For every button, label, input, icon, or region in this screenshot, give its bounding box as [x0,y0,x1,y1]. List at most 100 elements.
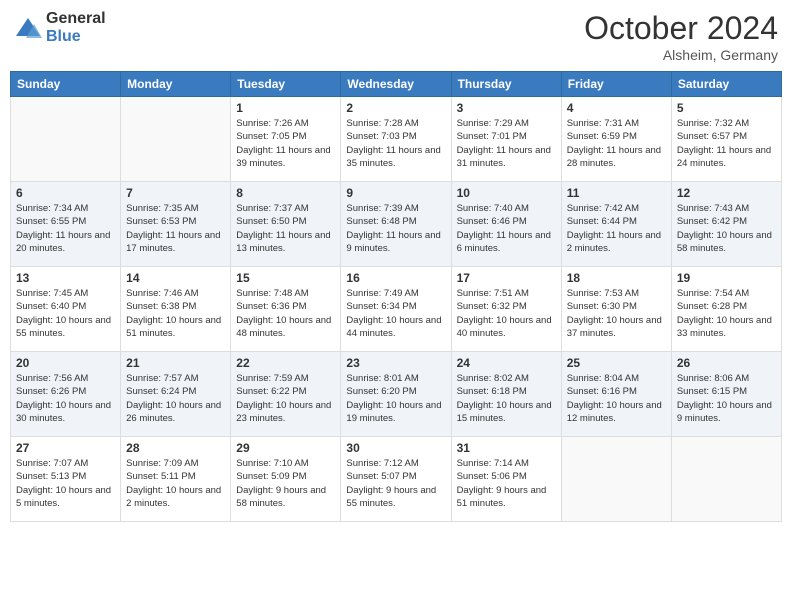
day-info: Sunrise: 7:53 AM Sunset: 6:30 PM Dayligh… [567,287,666,340]
month-title: October 2024 [584,10,778,47]
day-info: Sunrise: 7:12 AM Sunset: 5:07 PM Dayligh… [346,457,445,510]
calendar-day-cell: 3 Sunrise: 7:29 AM Sunset: 7:01 PM Daylig… [451,97,561,182]
day-number: 2 [346,101,445,115]
calendar-day-cell: 16 Sunrise: 7:49 AM Sunset: 6:34 PM Dayli… [341,267,451,352]
weekday-header: Sunday [11,72,121,97]
day-info: Sunrise: 7:10 AM Sunset: 5:09 PM Dayligh… [236,457,335,510]
day-number: 31 [457,441,556,455]
calendar-week-row: 1Sunrise: 7:26 AM Sunset: 7:05 PM Daylig… [11,97,782,182]
day-info: Sunrise: 7:59 AM Sunset: 6:22 PM Dayligh… [236,372,335,425]
day-info: Sunrise: 8:02 AM Sunset: 6:18 PM Dayligh… [457,372,556,425]
calendar-day-cell: 20Sunrise: 7:56 AM Sunset: 6:26 PM Dayli… [11,352,121,437]
day-number: 11 [567,186,666,200]
calendar-day-cell: 1Sunrise: 7:26 AM Sunset: 7:05 PM Daylig… [231,97,341,182]
weekday-header: Friday [561,72,671,97]
day-info: Sunrise: 8:04 AM Sunset: 6:16 PM Dayligh… [567,372,666,425]
day-number: 3 [457,101,556,115]
calendar-day-cell: 17 Sunrise: 7:51 AM Sunset: 6:32 PM Dayli… [451,267,561,352]
day-info: Sunrise: 7:32 AM Sunset: 6:57 PM Dayligh… [677,117,776,170]
calendar-day-cell: 28Sunrise: 7:09 AM Sunset: 5:11 PM Dayli… [121,437,231,522]
day-info: Sunrise: 7:37 AM Sunset: 6:50 PM Dayligh… [236,202,335,255]
calendar-week-row: 20Sunrise: 7:56 AM Sunset: 6:26 PM Dayli… [11,352,782,437]
calendar-day-cell [121,97,231,182]
day-info: Sunrise: 7:31 AM Sunset: 6:59 PM Dayligh… [567,117,666,170]
day-number: 9 [346,186,445,200]
day-info: Sunrise: 7:42 AM Sunset: 6:44 PM Dayligh… [567,202,666,255]
calendar-day-cell: 24 Sunrise: 8:02 AM Sunset: 6:18 PM Dayli… [451,352,561,437]
day-number: 12 [677,186,776,200]
day-number: 22 [236,356,335,370]
calendar-day-cell: 14 Sunrise: 7:46 AM Sunset: 6:38 PM Dayli… [121,267,231,352]
calendar-day-cell: 12Sunrise: 7:43 AM Sunset: 6:42 PM Dayli… [671,182,781,267]
day-number: 10 [457,186,556,200]
calendar-day-cell: 26Sunrise: 8:06 AM Sunset: 6:15 PM Dayli… [671,352,781,437]
weekday-header: Wednesday [341,72,451,97]
calendar-day-cell: 5 Sunrise: 7:32 AM Sunset: 6:57 PM Daylig… [671,97,781,182]
day-number: 30 [346,441,445,455]
day-info: Sunrise: 7:14 AM Sunset: 5:06 PM Dayligh… [457,457,556,510]
day-info: Sunrise: 7:51 AM Sunset: 6:32 PM Dayligh… [457,287,556,340]
day-info: Sunrise: 7:39 AM Sunset: 6:48 PM Dayligh… [346,202,445,255]
day-number: 17 [457,271,556,285]
day-info: Sunrise: 8:01 AM Sunset: 6:20 PM Dayligh… [346,372,445,425]
day-number: 24 [457,356,556,370]
calendar-day-cell: 7 Sunrise: 7:35 AM Sunset: 6:53 PM Daylig… [121,182,231,267]
day-info: Sunrise: 7:45 AM Sunset: 6:40 PM Dayligh… [16,287,115,340]
calendar-week-row: 13Sunrise: 7:45 AM Sunset: 6:40 PM Dayli… [11,267,782,352]
weekday-header: Tuesday [231,72,341,97]
day-number: 15 [236,271,335,285]
day-info: Sunrise: 7:46 AM Sunset: 6:38 PM Dayligh… [126,287,225,340]
calendar-day-cell: 9 Sunrise: 7:39 AM Sunset: 6:48 PM Daylig… [341,182,451,267]
day-number: 27 [16,441,115,455]
day-number: 1 [236,101,335,115]
calendar-day-cell: 15 Sunrise: 7:48 AM Sunset: 6:36 PM Dayli… [231,267,341,352]
calendar-day-cell: 23Sunrise: 8:01 AM Sunset: 6:20 PM Dayli… [341,352,451,437]
day-number: 5 [677,101,776,115]
day-info: Sunrise: 7:28 AM Sunset: 7:03 PM Dayligh… [346,117,445,170]
calendar-table: SundayMondayTuesdayWednesdayThursdayFrid… [10,71,782,522]
calendar-day-cell: 4 Sunrise: 7:31 AM Sunset: 6:59 PM Daylig… [561,97,671,182]
day-number: 7 [126,186,225,200]
calendar-day-cell: 8Sunrise: 7:37 AM Sunset: 6:50 PM Daylig… [231,182,341,267]
calendar-week-row: 6 Sunrise: 7:34 AM Sunset: 6:55 PM Daylig… [11,182,782,267]
day-info: Sunrise: 7:34 AM Sunset: 6:55 PM Dayligh… [16,202,115,255]
calendar-day-cell: 13Sunrise: 7:45 AM Sunset: 6:40 PM Dayli… [11,267,121,352]
location: Alsheim, Germany [584,47,778,63]
day-info: Sunrise: 7:35 AM Sunset: 6:53 PM Dayligh… [126,202,225,255]
calendar-day-cell: 21 Sunrise: 7:57 AM Sunset: 6:24 PM Dayli… [121,352,231,437]
calendar-day-cell: 29 Sunrise: 7:10 AM Sunset: 5:09 PM Dayli… [231,437,341,522]
logo-text: General Blue [46,10,106,45]
day-info: Sunrise: 7:54 AM Sunset: 6:28 PM Dayligh… [677,287,776,340]
weekday-header: Monday [121,72,231,97]
weekday-header: Saturday [671,72,781,97]
calendar-day-cell: 22 Sunrise: 7:59 AM Sunset: 6:22 PM Dayli… [231,352,341,437]
day-info: Sunrise: 7:57 AM Sunset: 6:24 PM Dayligh… [126,372,225,425]
day-info: Sunrise: 7:56 AM Sunset: 6:26 PM Dayligh… [16,372,115,425]
day-number: 14 [126,271,225,285]
calendar-day-cell: 27Sunrise: 7:07 AM Sunset: 5:13 PM Dayli… [11,437,121,522]
logo-blue: Blue [46,28,106,46]
calendar-day-cell: 10Sunrise: 7:40 AM Sunset: 6:46 PM Dayli… [451,182,561,267]
day-number: 16 [346,271,445,285]
day-info: Sunrise: 7:48 AM Sunset: 6:36 PM Dayligh… [236,287,335,340]
day-number: 19 [677,271,776,285]
calendar-day-cell [671,437,781,522]
calendar-day-cell: 31 Sunrise: 7:14 AM Sunset: 5:06 PM Dayli… [451,437,561,522]
day-number: 18 [567,271,666,285]
calendar-day-cell: 18 Sunrise: 7:53 AM Sunset: 6:30 PM Dayli… [561,267,671,352]
day-info: Sunrise: 7:29 AM Sunset: 7:01 PM Dayligh… [457,117,556,170]
day-number: 28 [126,441,225,455]
calendar-week-row: 27Sunrise: 7:07 AM Sunset: 5:13 PM Dayli… [11,437,782,522]
day-number: 4 [567,101,666,115]
calendar-day-cell: 25Sunrise: 8:04 AM Sunset: 6:16 PM Dayli… [561,352,671,437]
day-info: Sunrise: 7:49 AM Sunset: 6:34 PM Dayligh… [346,287,445,340]
logo-icon [14,14,42,42]
calendar-day-cell: 30 Sunrise: 7:12 AM Sunset: 5:07 PM Dayli… [341,437,451,522]
logo: General Blue [14,10,106,45]
day-number: 26 [677,356,776,370]
day-number: 6 [16,186,115,200]
title-area: October 2024 Alsheim, Germany [584,10,778,63]
calendar-day-cell: 6 Sunrise: 7:34 AM Sunset: 6:55 PM Daylig… [11,182,121,267]
day-number: 21 [126,356,225,370]
day-number: 29 [236,441,335,455]
